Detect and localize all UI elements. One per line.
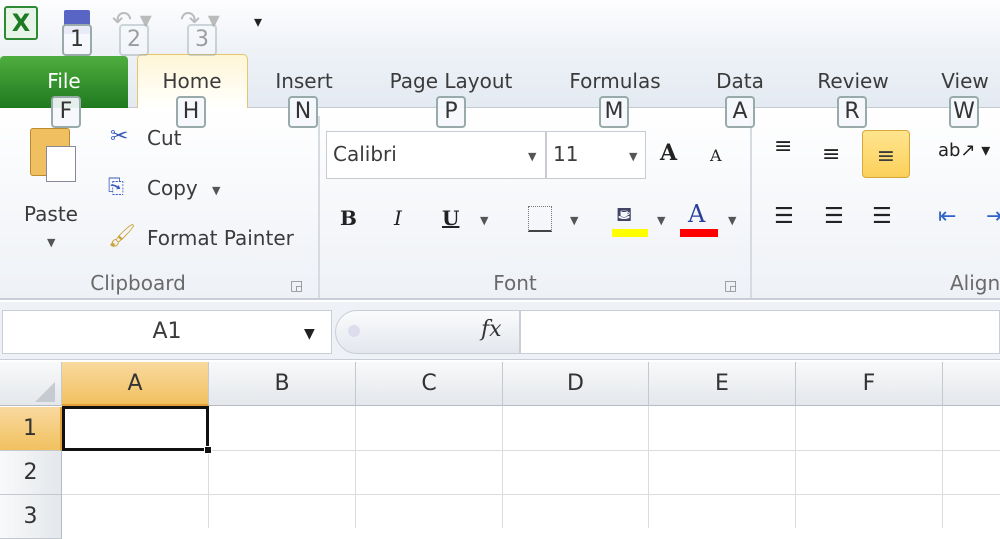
keytip: R [837, 96, 867, 128]
column-header[interactable]: E [649, 362, 796, 406]
fill-color-swatch [612, 229, 648, 237]
column-header[interactable]: D [503, 362, 649, 406]
column-header[interactable]: C [356, 362, 503, 406]
keytip: W [949, 96, 979, 128]
tab-data[interactable]: Data [716, 69, 764, 93]
bottom-align-button[interactable]: ≡ [862, 130, 910, 178]
font-size-dropdown-icon[interactable]: ▼ [629, 150, 637, 163]
column-header[interactable] [943, 362, 1000, 406]
underline-icon[interactable]: U [442, 206, 459, 230]
group-divider [750, 116, 752, 298]
gridline [62, 494, 1000, 495]
keytip: F [51, 96, 81, 128]
row-header[interactable]: 2 [0, 451, 62, 495]
fill-color-icon[interactable]: ⛾ [616, 202, 632, 229]
keytip: 1 [62, 24, 92, 56]
bold-icon[interactable]: B [340, 206, 357, 230]
font-name-dropdown-icon[interactable]: ▼ [528, 150, 536, 163]
formula-input[interactable] [520, 310, 1000, 354]
align-left-icon[interactable]: ☰ [774, 204, 794, 229]
cut-button[interactable]: Cut [147, 126, 181, 150]
gridline [355, 406, 356, 528]
gridline [502, 406, 503, 528]
copy-button[interactable]: Copy [147, 176, 198, 200]
gridline [942, 406, 943, 528]
keytip: 3 [187, 24, 217, 56]
column-header[interactable]: F [796, 362, 943, 406]
splitter-handle-icon[interactable] [348, 325, 360, 337]
quick-access-toolbar: X ↶ ▾ ↷ ▾ ▾ [0, 0, 1000, 52]
select-all-button[interactable] [0, 362, 62, 406]
paste-doc-icon [46, 146, 76, 182]
keytip: P [436, 96, 466, 128]
font-color-icon[interactable]: A [688, 200, 705, 228]
grow-font-icon[interactable]: A [660, 140, 677, 166]
tab-formulas[interactable]: Formulas [569, 69, 660, 93]
copy-dropdown-icon[interactable]: ▼ [212, 184, 220, 197]
borders-dropdown-icon[interactable]: ▼ [570, 214, 578, 227]
top-align-icon[interactable]: ≡ [774, 134, 792, 159]
borders-icon[interactable] [528, 206, 552, 232]
formula-controls: fx [335, 310, 520, 354]
font-name-combobox[interactable]: Calibri [326, 131, 546, 179]
format-painter-button[interactable]: Format Painter [147, 226, 294, 250]
align-center-icon[interactable]: ☰ [824, 204, 844, 229]
increase-indent-icon[interactable]: ⇥ [986, 204, 1000, 229]
column-header[interactable]: B [209, 362, 356, 406]
name-box-dropdown-icon[interactable]: ▼ [304, 326, 315, 342]
orientation-icon[interactable]: ab↗ ▾ [938, 140, 990, 161]
formula-bar: A1 ▼ fx [0, 302, 1000, 360]
column-headers: A B C D E F [0, 362, 1000, 406]
paste-dropdown-icon[interactable]: ▼ [47, 236, 55, 249]
tab-review[interactable]: Review [817, 69, 888, 93]
font-name-value: Calibri [333, 142, 397, 166]
tab-home[interactable]: Home [162, 69, 221, 93]
dialog-launcher-icon[interactable]: ◲ [724, 278, 737, 294]
group-label-font: Font [493, 271, 537, 295]
decrease-indent-icon[interactable]: ⇤ [938, 204, 956, 229]
column-header[interactable]: A [62, 362, 209, 406]
tab-view[interactable]: View [941, 69, 988, 93]
gridline [648, 406, 649, 528]
font-color-dropdown-icon[interactable]: ▼ [728, 214, 736, 227]
keytip: H [176, 96, 206, 128]
active-cell-a1[interactable] [62, 406, 209, 451]
align-right-icon[interactable]: ☰ [872, 204, 892, 229]
name-box[interactable]: A1 [2, 310, 332, 354]
excel-logo-icon[interactable]: X [4, 6, 38, 40]
middle-align-icon[interactable]: ≡ [822, 142, 840, 167]
row-header[interactable]: 3 [0, 495, 62, 539]
format-painter-icon: 🖌 [108, 224, 136, 249]
group-label-clipboard: Clipboard [90, 271, 186, 295]
tab-page-layout[interactable]: Page Layout [390, 69, 513, 93]
keytip: M [599, 96, 629, 128]
group-divider [318, 116, 320, 298]
insert-function-icon[interactable]: fx [481, 317, 502, 342]
paste-button[interactable]: Paste [24, 202, 78, 226]
keytip: A [725, 96, 755, 128]
font-color-swatch [680, 229, 718, 237]
copy-icon: ⎘ [108, 174, 124, 198]
dialog-launcher-icon[interactable]: ◲ [290, 278, 303, 294]
scissors-icon: ✂ [110, 124, 129, 149]
italic-icon[interactable]: I [394, 206, 402, 230]
customize-qat-icon[interactable]: ▾ [254, 12, 262, 31]
font-size-value: 11 [553, 142, 579, 166]
gridline [795, 406, 796, 528]
keytip: 2 [119, 24, 149, 56]
fill-handle[interactable] [204, 446, 212, 454]
fill-color-dropdown-icon[interactable]: ▼ [657, 214, 665, 227]
underline-dropdown-icon[interactable]: ▼ [480, 214, 488, 227]
keytip: N [288, 96, 318, 128]
shrink-font-icon[interactable]: A [710, 146, 722, 165]
row-header[interactable]: 1 [0, 407, 62, 451]
tab-insert[interactable]: Insert [275, 69, 332, 93]
group-label-alignment: Align [950, 271, 1000, 295]
